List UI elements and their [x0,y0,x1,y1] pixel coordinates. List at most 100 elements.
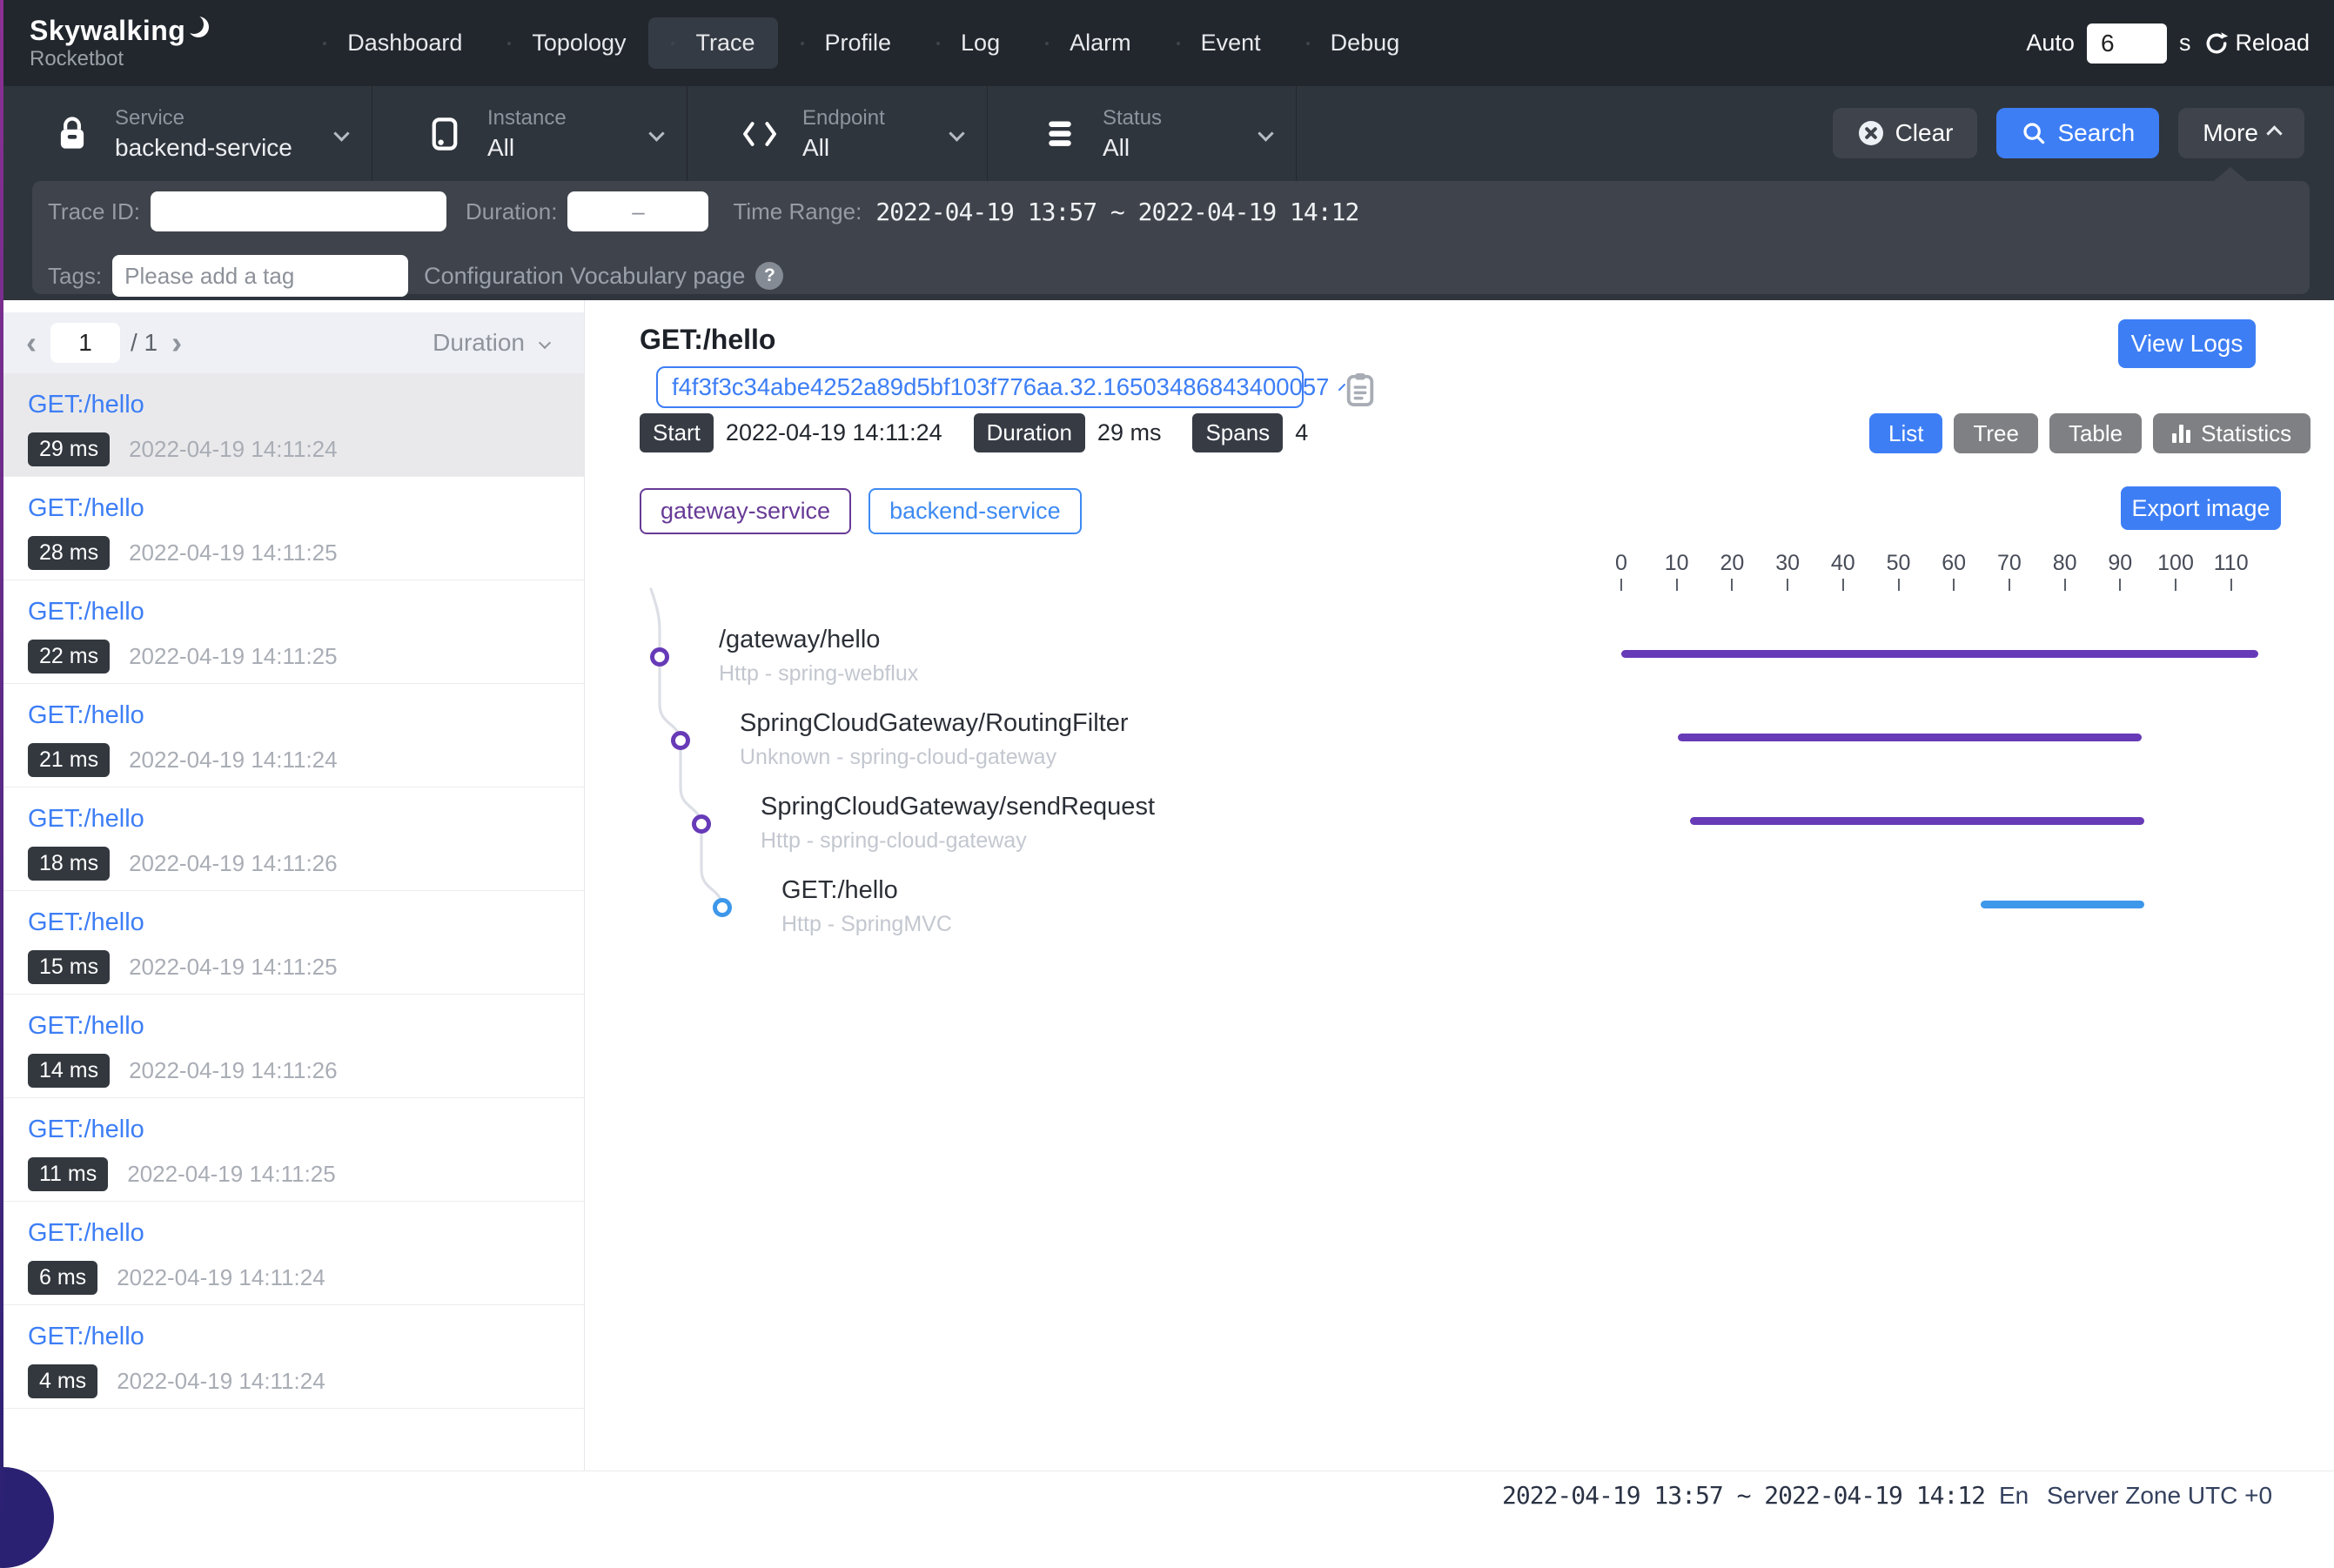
instance-value: All [487,134,567,162]
trace-endpoint-link[interactable]: GET:/hello [28,598,584,627]
trace-list-item[interactable]: GET:/hello 29 ms 2022-04-19 14:11:24 [0,373,584,477]
span-duration-bar[interactable] [1621,650,2258,658]
separator-dot-icon [671,42,674,45]
vocabulary-link[interactable]: Configuration Vocabulary page [424,263,745,290]
chevron-down-icon [648,125,664,141]
trace-endpoint-link[interactable]: GET:/hello [28,391,584,419]
service-value: backend-service [115,134,292,162]
prev-page-icon[interactable]: ‹ [17,327,45,358]
reload-button[interactable]: Reload [2203,30,2310,57]
instance-filter[interactable]: Instance All [372,86,687,181]
logo-title: Skywalking [30,17,185,46]
trace-endpoint-link[interactable]: GET:/hello [28,908,584,937]
trace-endpoint-link[interactable]: GET:/hello [28,1012,584,1041]
trace-endpoint-link[interactable]: GET:/hello [28,1219,584,1248]
copy-clipboard-icon[interactable] [1344,370,1377,408]
top-nav: Skywalking Rocketbot Dashboard Topology … [0,0,2334,86]
export-image-button[interactable]: Export image [2121,486,2281,530]
instance-label: Instance [487,106,567,131]
duration-value: 29 ms [1097,419,1162,446]
page-number-input[interactable] [50,323,120,363]
more-button[interactable]: More [2178,108,2304,158]
trace-list-item[interactable]: GET:/hello 28 ms 2022-04-19 14:11:25 [0,477,584,580]
auto-interval-input[interactable] [2087,23,2167,64]
axis-tick-mark [1842,579,1844,591]
trace-endpoint-link[interactable]: GET:/hello [28,1116,584,1144]
panel-caret [2214,167,2247,181]
trace-endpoint-link[interactable]: GET:/hello [28,701,584,730]
trace-timestamp: 2022-04-19 14:11:25 [129,954,338,981]
trace-list-item[interactable]: GET:/hello 4 ms 2022-04-19 14:11:24 [0,1305,584,1409]
page-accent-strip [0,0,3,1521]
trace-detail-panel: GET:/hello View Logs f4f3f3c34abe4252a89… [585,300,2334,1471]
duration-input[interactable] [567,191,708,231]
axis-tick-mark [1953,579,1955,591]
trace-timestamp: 2022-04-19 14:11:24 [129,747,338,774]
time-range-value[interactable]: 2022-04-19 13:57 ~ 2022-04-19 14:12 [875,198,1358,226]
trace-list-item[interactable]: GET:/hello 11 ms 2022-04-19 14:11:25 [0,1098,584,1202]
axis-tick-label: 80 [2035,551,2096,576]
sort-dropdown[interactable]: Duration [433,329,549,357]
start-value: 2022-04-19 14:11:24 [726,419,942,446]
status-filter[interactable]: Status All [988,86,1297,181]
span-duration-bar[interactable] [1690,817,2144,825]
tab-table[interactable]: Table [2049,413,2142,453]
content-area: ‹ / 1 › Duration GET:/hello 29 ms 2022-0… [0,300,2334,1471]
trace-id-select[interactable]: f4f3f3c34abe4252a89d5bf103f776aa.32.1650… [656,366,1304,408]
trace-list-item[interactable]: GET:/hello 14 ms 2022-04-19 14:11:26 [0,995,584,1098]
axis-tick-label: 50 [1868,551,1929,576]
duration-badge: 28 ms [28,536,110,570]
nav-menu: Dashboard Topology Trace Profile Log [300,17,1422,69]
code-brackets-icon [740,116,780,152]
trace-list-item[interactable]: GET:/hello 18 ms 2022-04-19 14:11:26 [0,787,584,891]
status-bar: 2022-04-19 13:57 ~ 2022-04-19 14:12 En S… [0,1471,2334,1521]
axis-tick-label: 60 [1923,551,1984,576]
axis-tick-label: 70 [1979,551,2040,576]
span-layer-label: Http - spring-webflux [585,661,2334,687]
span-row: SpringCloudGateway/sendRequest Http - sp… [585,782,2334,866]
search-button[interactable]: Search [1996,108,2159,158]
nav-menu-item[interactable]: Alarm [1023,17,1154,69]
trace-list-item[interactable]: GET:/hello 22 ms 2022-04-19 14:11:25 [0,580,584,684]
nav-menu-item[interactable]: Dashboard [300,17,485,69]
spans-count: 4 [1295,419,1308,446]
nav-menu-item[interactable]: Trace [648,17,777,69]
nav-menu-item[interactable]: Profile [778,17,915,69]
trace-endpoint-link[interactable]: GET:/hello [28,1323,584,1351]
span-layer-label: Http - SpringMVC [585,912,2334,937]
help-question-icon[interactable]: ? [755,262,783,290]
span-node-icon [650,647,669,667]
endpoint-filter[interactable]: Endpoint All [687,86,988,181]
language-toggle[interactable]: En [1999,1471,2029,1520]
next-page-icon[interactable]: › [163,327,191,358]
chevron-down-icon [333,125,349,141]
tab-tree[interactable]: Tree [1954,413,2038,453]
duration-badge: 4 ms [28,1364,97,1398]
tab-statistics[interactable]: Statistics [2153,413,2311,453]
span-duration-bar[interactable] [1981,901,2144,908]
nav-menu-item[interactable]: Log [914,17,1023,69]
nav-menu-item[interactable]: Event [1154,17,1284,69]
trace-endpoint-link[interactable]: GET:/hello [28,494,584,523]
span-duration-bar[interactable] [1678,734,2142,741]
axis-tick-label: 90 [2089,551,2150,576]
trace-meta-row: Start 2022-04-19 14:11:24 Duration 29 ms… [640,413,1327,452]
tab-list[interactable]: List [1869,413,1942,453]
clear-button[interactable]: Clear [1833,108,1978,158]
trace-list-item[interactable]: GET:/hello 15 ms 2022-04-19 14:11:25 [0,891,584,995]
view-logs-button[interactable]: View Logs [2118,319,2256,368]
nav-menu-item[interactable]: Debug [1284,17,1423,69]
tags-label: Tags: [48,263,102,290]
separator-dot-icon [936,42,940,45]
trace-timestamp: 2022-04-19 14:11:25 [129,539,338,566]
advanced-query-panel: Trace ID: Duration: Time Range: 2022-04-… [32,181,2310,294]
tags-input[interactable] [112,255,408,297]
service-legend: gateway-service backend-service [640,488,1082,534]
footer-time-range[interactable]: 2022-04-19 13:57 ~ 2022-04-19 14:12 [1502,1471,1985,1520]
service-filter[interactable]: Service backend-service [0,86,372,181]
nav-menu-item[interactable]: Topology [485,17,648,69]
trace-list-item[interactable]: GET:/hello 21 ms 2022-04-19 14:11:24 [0,684,584,787]
trace-endpoint-link[interactable]: GET:/hello [28,805,584,834]
trace-id-input[interactable] [151,191,446,231]
trace-list-item[interactable]: GET:/hello 6 ms 2022-04-19 14:11:24 [0,1202,584,1305]
